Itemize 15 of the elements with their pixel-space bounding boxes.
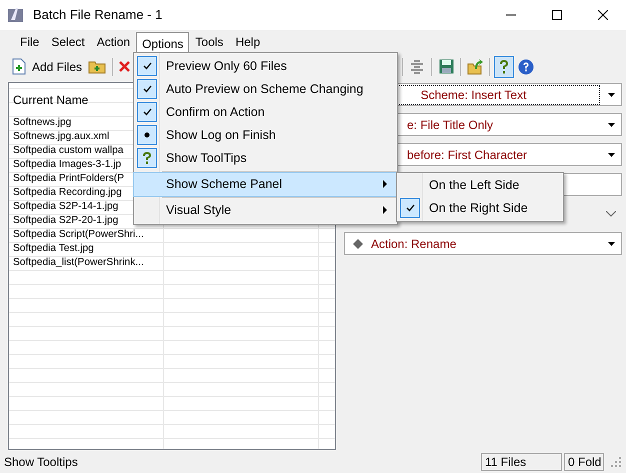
table-cell: Softpedia Script(PowerShri...	[13, 229, 144, 240]
table-cell: Softpedia Test.jpg	[13, 243, 94, 254]
table-cell: Softnews.jpg	[13, 117, 72, 128]
table-cell: Softpedia custom wallpa	[13, 145, 124, 156]
table-cell: Softpedia Recording.jpg	[13, 187, 122, 198]
table-cell: Softpedia_list(PowerShrink...	[13, 257, 144, 268]
status-text: Show Tooltips	[4, 454, 79, 471]
table-cell: Softnews.jpg.aux.xml	[13, 131, 110, 142]
window-title: Batch File Rename - 1	[33, 6, 162, 24]
table-cell: Softpedia S2P-14-1.jpg	[13, 201, 118, 212]
table-cell: Softpedia Images-3-1.jp	[13, 159, 122, 170]
table-cell: Softpedia PrintFolders(P	[13, 173, 124, 184]
status-panel: 11 Files	[481, 453, 562, 471]
status-panel: 0 Fold	[564, 453, 604, 471]
table-cell: Softpedia S2P-20-1.jpg	[13, 215, 118, 226]
